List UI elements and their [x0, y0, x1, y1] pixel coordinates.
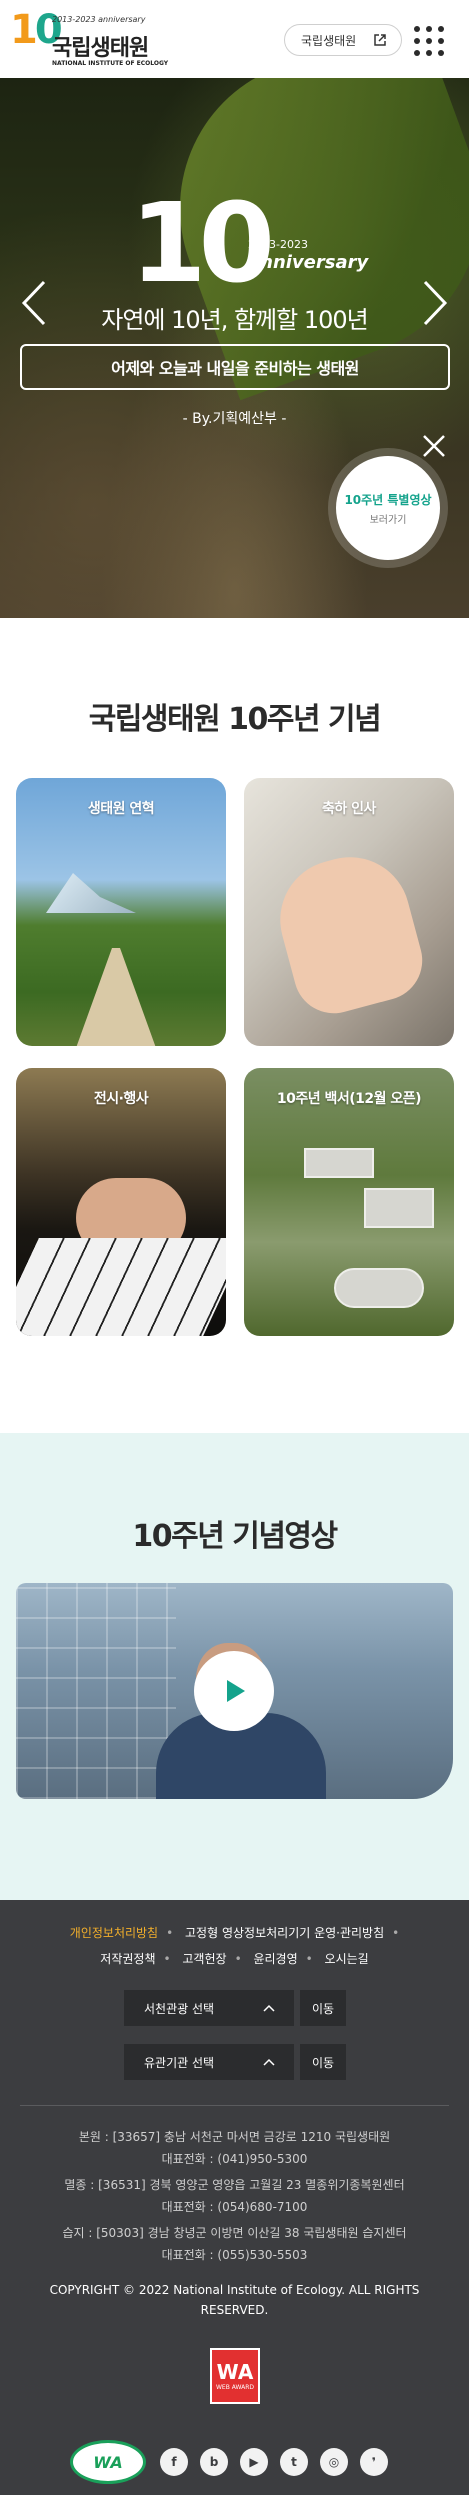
site-link-button[interactable]: 국립생태원 [284, 24, 402, 56]
footer-link-charter[interactable]: 고객헌장 [182, 1952, 226, 1966]
site-header: 10 2013-2023 anniversary 국립생태원 NATIONAL … [0, 0, 469, 78]
anniversary-section: 국립생태원 10주년 기념 생태원 연혁 축하 인사 전시·행사 10주년 백서… [0, 618, 469, 1433]
wa-certification-badge: WA [70, 2440, 146, 2484]
address-main: 본원 : [33657] 충남 서천군 마서면 금강로 1210 국립생태원 [78, 2130, 391, 2144]
site-link-label: 국립생태원 [301, 33, 357, 48]
facebook-icon[interactable]: f [160, 2448, 188, 2476]
footer-links: 개인정보처리방침 • 고정형 영상정보처리기기 운영·관리방침 • 저작권정책 • 고… [69, 1926, 400, 1966]
hero-by-line: - By.기획예산부 - [182, 411, 287, 427]
tourism-go-button[interactable]: 이동 [300, 1990, 346, 2026]
card-label: 생태원 연혁 [87, 801, 155, 817]
hero-years: 2013-2023 [248, 238, 308, 251]
kakao-icon[interactable]: ❜ [360, 2448, 388, 2476]
hero-anniversary: anniversary [248, 252, 369, 273]
copyright: COPYRIGHT © 2022 National Institute of E… [49, 2283, 420, 2317]
video-section: 10주년 기념영상 [0, 1433, 469, 1900]
tourism-select[interactable]: 서천관광 선택 [124, 1990, 294, 2026]
site-logo[interactable]: 10 2013-2023 anniversary 국립생태원 NATIONAL … [10, 10, 170, 70]
hero-subtitle-box: 어제와 오늘과 내일을 준비하는 생태원 [20, 344, 450, 390]
logo-name-kr: 국립생태원 [52, 36, 149, 61]
play-button[interactable] [194, 1651, 274, 1731]
address-wetland: 습지 : [50303] 경남 창녕군 이방면 이산길 38 국립생태원 습지센… [62, 2226, 407, 2240]
hero-10th-logo: 10 2013-2023 anniversary [130, 179, 369, 307]
card-whitepaper[interactable]: 10주년 백서(12월 오픈) [244, 1068, 454, 1336]
tourism-select-row: 서천관광 선택 이동 [124, 1990, 346, 2026]
video-player[interactable] [16, 1583, 453, 1799]
card-label: 전시·행사 [93, 1091, 149, 1107]
related-select-row: 유관기관 선택 이동 [124, 2044, 346, 2080]
related-select[interactable]: 유관기관 선택 [124, 2044, 294, 2080]
footer-divider [20, 2105, 449, 2106]
instagram-icon[interactable]: ◎ [320, 2448, 348, 2476]
youtube-icon[interactable]: ▶ [240, 2448, 268, 2476]
related-go-button[interactable]: 이동 [300, 2044, 346, 2080]
card-exhibition[interactable]: 전시·행사 [16, 1068, 226, 1336]
play-icon [227, 1680, 245, 1702]
external-link-icon [374, 34, 386, 46]
hero-banner: 10 2013-2023 anniversary 자연에 10년, 함께할 10… [0, 78, 469, 618]
video-title: 10주년 기념영상 [132, 1519, 338, 1554]
logo-name-en: NATIONAL INSTITUTE OF ECOLOGY [52, 60, 169, 67]
blog-icon[interactable]: b [200, 2448, 228, 2476]
logo-years: 2013-2023 anniversary [52, 15, 146, 24]
footer-link-ethics[interactable]: 윤리경영 [253, 1952, 297, 1966]
twitter-icon[interactable]: t [280, 2448, 308, 2476]
menu-grid-icon[interactable] [414, 26, 444, 56]
card-label: 10주년 백서(12월 오픈) [276, 1091, 422, 1107]
close-icon[interactable] [421, 433, 447, 459]
web-award-logo: WA WEB AWARD [210, 2348, 260, 2404]
footer-link-directions[interactable]: 오시는길 [325, 1952, 369, 1966]
hero-title: 자연에 10년, 함께할 100년 [101, 306, 369, 334]
card-greeting[interactable]: 축하 인사 [244, 778, 454, 1046]
special-video-title: 10주년 특별영상 [344, 492, 432, 507]
footer-link-cctv[interactable]: 고정형 영상정보처리기기 운영·관리방침 [185, 1926, 384, 1940]
card-history[interactable]: 생태원 연혁 [16, 778, 226, 1046]
footer-link-copyright[interactable]: 저작권정책 [100, 1952, 155, 1966]
chevron-up-icon [263, 2058, 275, 2066]
tel-yeongyang: 대표전화 : (054)680-7100 [161, 2200, 308, 2214]
special-video-sub: 보러가기 [369, 514, 407, 526]
site-footer: 개인정보처리방침 • 고정형 영상정보처리기기 운영·관리방침 • 저작권정책 • 고… [0, 1900, 469, 2495]
tel-wetland: 대표전화 : (055)530-5503 [161, 2248, 308, 2262]
tel-main: 대표전화 : (041)950-5300 [161, 2152, 308, 2166]
chevron-up-icon [263, 2004, 275, 2012]
address-yeongyang: 멸종 : [36531] 경북 영양군 영양읍 고월길 23 멸종위기종복원센터 [64, 2178, 405, 2192]
card-label: 축하 인사 [322, 801, 376, 817]
footer-link-privacy[interactable]: 개인정보처리방침 [70, 1926, 158, 1940]
anniversary-title: 국립생태원 10주년 기념 [88, 702, 382, 737]
special-video-button[interactable]: 10주년 특별영상 보러가기 [336, 456, 440, 560]
